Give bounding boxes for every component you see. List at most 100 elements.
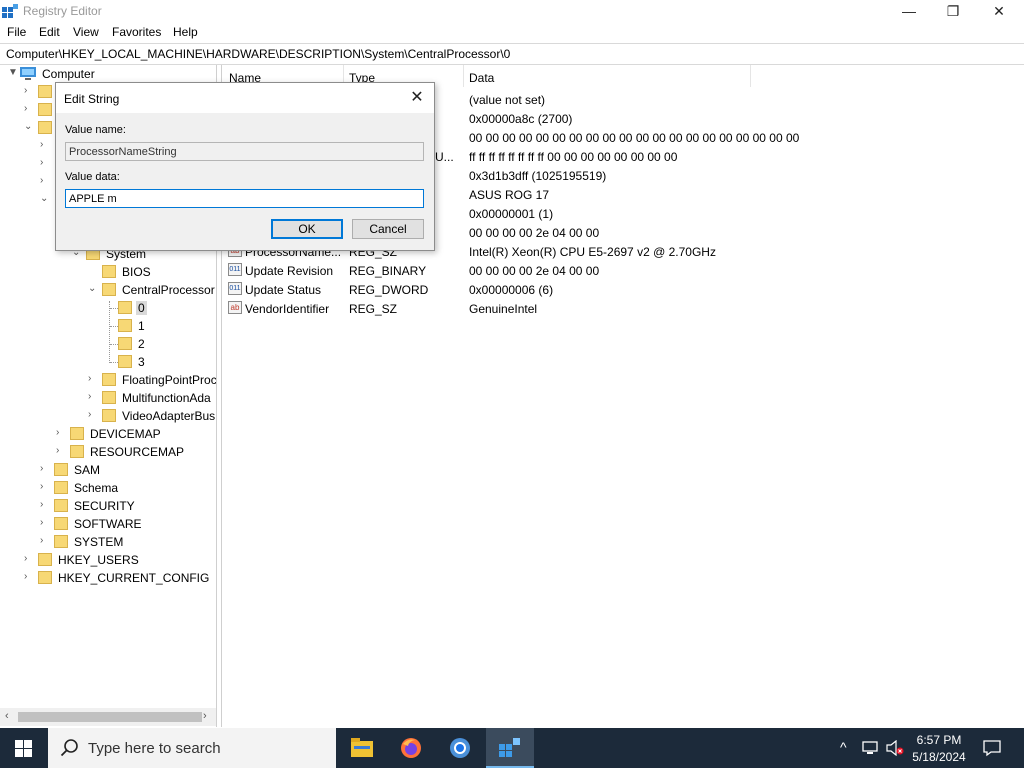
folder-icon — [118, 337, 132, 350]
ok-button[interactable]: OK — [271, 219, 343, 239]
tree-node-computer[interactable]: ▼ Computer — [0, 65, 216, 83]
computer-icon — [20, 67, 36, 80]
value-row[interactable]: 011 Update Revision REG_BINARY 00 00 00 … — [222, 261, 1002, 280]
folder-icon — [102, 409, 116, 422]
start-button[interactable] — [0, 728, 48, 768]
registry-editor-icon — [2, 4, 18, 18]
menu-favorites[interactable]: Favorites — [112, 25, 161, 39]
menu-help[interactable]: Help — [173, 25, 198, 39]
tree-label: HKEY_USERS — [58, 553, 139, 567]
chevron-down-icon[interactable]: ⌄ — [24, 122, 34, 132]
tree-node-0[interactable]: 0 — [0, 299, 216, 317]
notifications-icon[interactable] — [983, 739, 1001, 757]
folder-icon — [54, 499, 68, 512]
value-data: 0x3d1b3dff (1025195519) — [469, 169, 607, 183]
chevron-right-icon[interactable]: › — [40, 518, 50, 528]
chevron-right-icon[interactable]: › — [24, 554, 34, 564]
tree-label: HKEY_CURRENT_CONFIG — [58, 571, 210, 585]
chevron-right-icon[interactable]: › — [24, 104, 34, 114]
tree-node-schema[interactable]: › Schema — [0, 479, 216, 497]
folder-icon — [54, 517, 68, 530]
menu-bar: File Edit View Favorites Help — [0, 24, 1024, 42]
taskbar-registry-editor[interactable] — [486, 728, 534, 768]
chevron-right-icon[interactable]: › — [88, 374, 98, 384]
tree-label-computer: Computer — [42, 67, 95, 81]
scroll-right-icon[interactable]: › — [203, 710, 207, 722]
tree-node-devicemap[interactable]: › DEVICEMAP — [0, 425, 216, 443]
clock-time[interactable]: 6:57 PM — [909, 733, 969, 747]
tree-label: 2 — [138, 337, 145, 351]
value-row[interactable]: ab VendorIdentifier REG_SZ GenuineIntel — [222, 299, 1002, 318]
column-header-data[interactable]: Data — [469, 71, 494, 85]
tree-node-videoadapter[interactable]: › VideoAdapterBus — [0, 407, 216, 425]
menu-view[interactable]: View — [73, 25, 99, 39]
cancel-button[interactable]: Cancel — [352, 219, 424, 239]
dialog-close-button[interactable]: ✕ — [406, 87, 428, 109]
chrome-icon — [450, 738, 470, 758]
tree-node-sam[interactable]: › SAM — [0, 461, 216, 479]
tree-node-2[interactable]: 2 — [0, 335, 216, 353]
chevron-right-icon[interactable]: › — [88, 392, 98, 402]
chevron-right-icon[interactable]: › — [40, 536, 50, 546]
menu-edit[interactable]: Edit — [39, 25, 60, 39]
tree-node-resourcemap[interactable]: › RESOURCEMAP — [0, 443, 216, 461]
tree-node-bios[interactable]: BIOS — [0, 263, 216, 281]
scroll-left-icon[interactable]: ‹ — [5, 710, 9, 722]
tree-horizontal-scrollbar[interactable]: ‹ › — [0, 708, 216, 726]
chevron-right-icon[interactable]: › — [88, 410, 98, 420]
value-row[interactable]: 011 Update Status REG_DWORD 0x00000006 (… — [222, 280, 1002, 299]
tree-node-floatingpoint[interactable]: › FloatingPointProc — [0, 371, 216, 389]
dialog-title-bar[interactable]: Edit String ✕ — [56, 83, 434, 113]
taskbar-search-box[interactable]: Type here to search — [48, 728, 336, 768]
chevron-right-icon[interactable]: › — [40, 500, 50, 510]
tree-node-hkey-current-config[interactable]: › HKEY_CURRENT_CONFIG — [0, 569, 216, 587]
chevron-right-icon[interactable]: › — [56, 428, 66, 438]
value-type: REG_SZ — [349, 302, 398, 316]
chevron-down-icon[interactable]: ⌄ — [88, 284, 98, 294]
chevron-right-icon[interactable]: › — [24, 572, 34, 582]
value-name: VendorIdentifier — [245, 302, 330, 316]
volume-muted-icon[interactable] — [886, 740, 904, 756]
network-icon[interactable] — [862, 741, 880, 755]
scrollbar-thumb[interactable] — [18, 712, 202, 722]
clock-date[interactable]: 5/18/2024 — [909, 750, 969, 764]
value-data: 0x00000001 (1) — [469, 207, 554, 221]
tree-node-1[interactable]: 1 — [0, 317, 216, 335]
tree-node-software[interactable]: › SOFTWARE — [0, 515, 216, 533]
value-data: (value not set) — [469, 93, 546, 107]
chevron-down-icon[interactable]: ⌄ — [40, 194, 50, 204]
tree-node-3[interactable]: 3 — [0, 353, 216, 371]
chevron-down-icon[interactable]: ▼ — [8, 68, 18, 78]
tree-label: 1 — [138, 319, 145, 333]
value-data: GenuineIntel — [469, 302, 538, 316]
value-data-field[interactable] — [65, 189, 424, 208]
tree-node-multifunction[interactable]: › MultifunctionAda — [0, 389, 216, 407]
chevron-right-icon[interactable]: › — [40, 176, 50, 186]
chevron-right-icon[interactable]: › — [40, 140, 50, 150]
close-button[interactable]: ✕ — [976, 0, 1022, 22]
minimize-button[interactable]: — — [886, 0, 932, 22]
tree-node-system-hive[interactable]: › SYSTEM — [0, 533, 216, 551]
value-name-field[interactable] — [65, 142, 424, 161]
tree-node-hkey-users[interactable]: › HKEY_USERS — [0, 551, 216, 569]
menu-file[interactable]: File — [7, 25, 26, 39]
taskbar-file-explorer[interactable] — [338, 728, 386, 768]
value-data: ASUS ROG 17 — [469, 188, 550, 202]
value-type: REG_BINARY — [349, 264, 427, 278]
folder-icon — [54, 535, 68, 548]
folder-icon — [38, 121, 52, 134]
chevron-right-icon[interactable]: › — [24, 86, 34, 96]
chevron-right-icon[interactable]: › — [56, 446, 66, 456]
address-path[interactable]: Computer\HKEY_LOCAL_MACHINE\HARDWARE\DES… — [6, 47, 510, 61]
taskbar-firefox[interactable] — [387, 728, 435, 768]
tree-node-security[interactable]: › SECURITY — [0, 497, 216, 515]
show-hidden-icons-icon[interactable]: ^ — [840, 739, 847, 755]
chevron-right-icon[interactable]: › — [40, 482, 50, 492]
maximize-button[interactable]: ❐ — [930, 0, 976, 22]
address-bar[interactable]: Computer\HKEY_LOCAL_MACHINE\HARDWARE\DES… — [0, 43, 1024, 65]
chevron-right-icon[interactable]: › — [40, 158, 50, 168]
taskbar-chrome[interactable] — [436, 728, 484, 768]
window-title: Registry Editor — [23, 4, 102, 18]
tree-node-centralprocessor[interactable]: ⌄ CentralProcessor — [0, 281, 216, 299]
chevron-right-icon[interactable]: › — [40, 464, 50, 474]
